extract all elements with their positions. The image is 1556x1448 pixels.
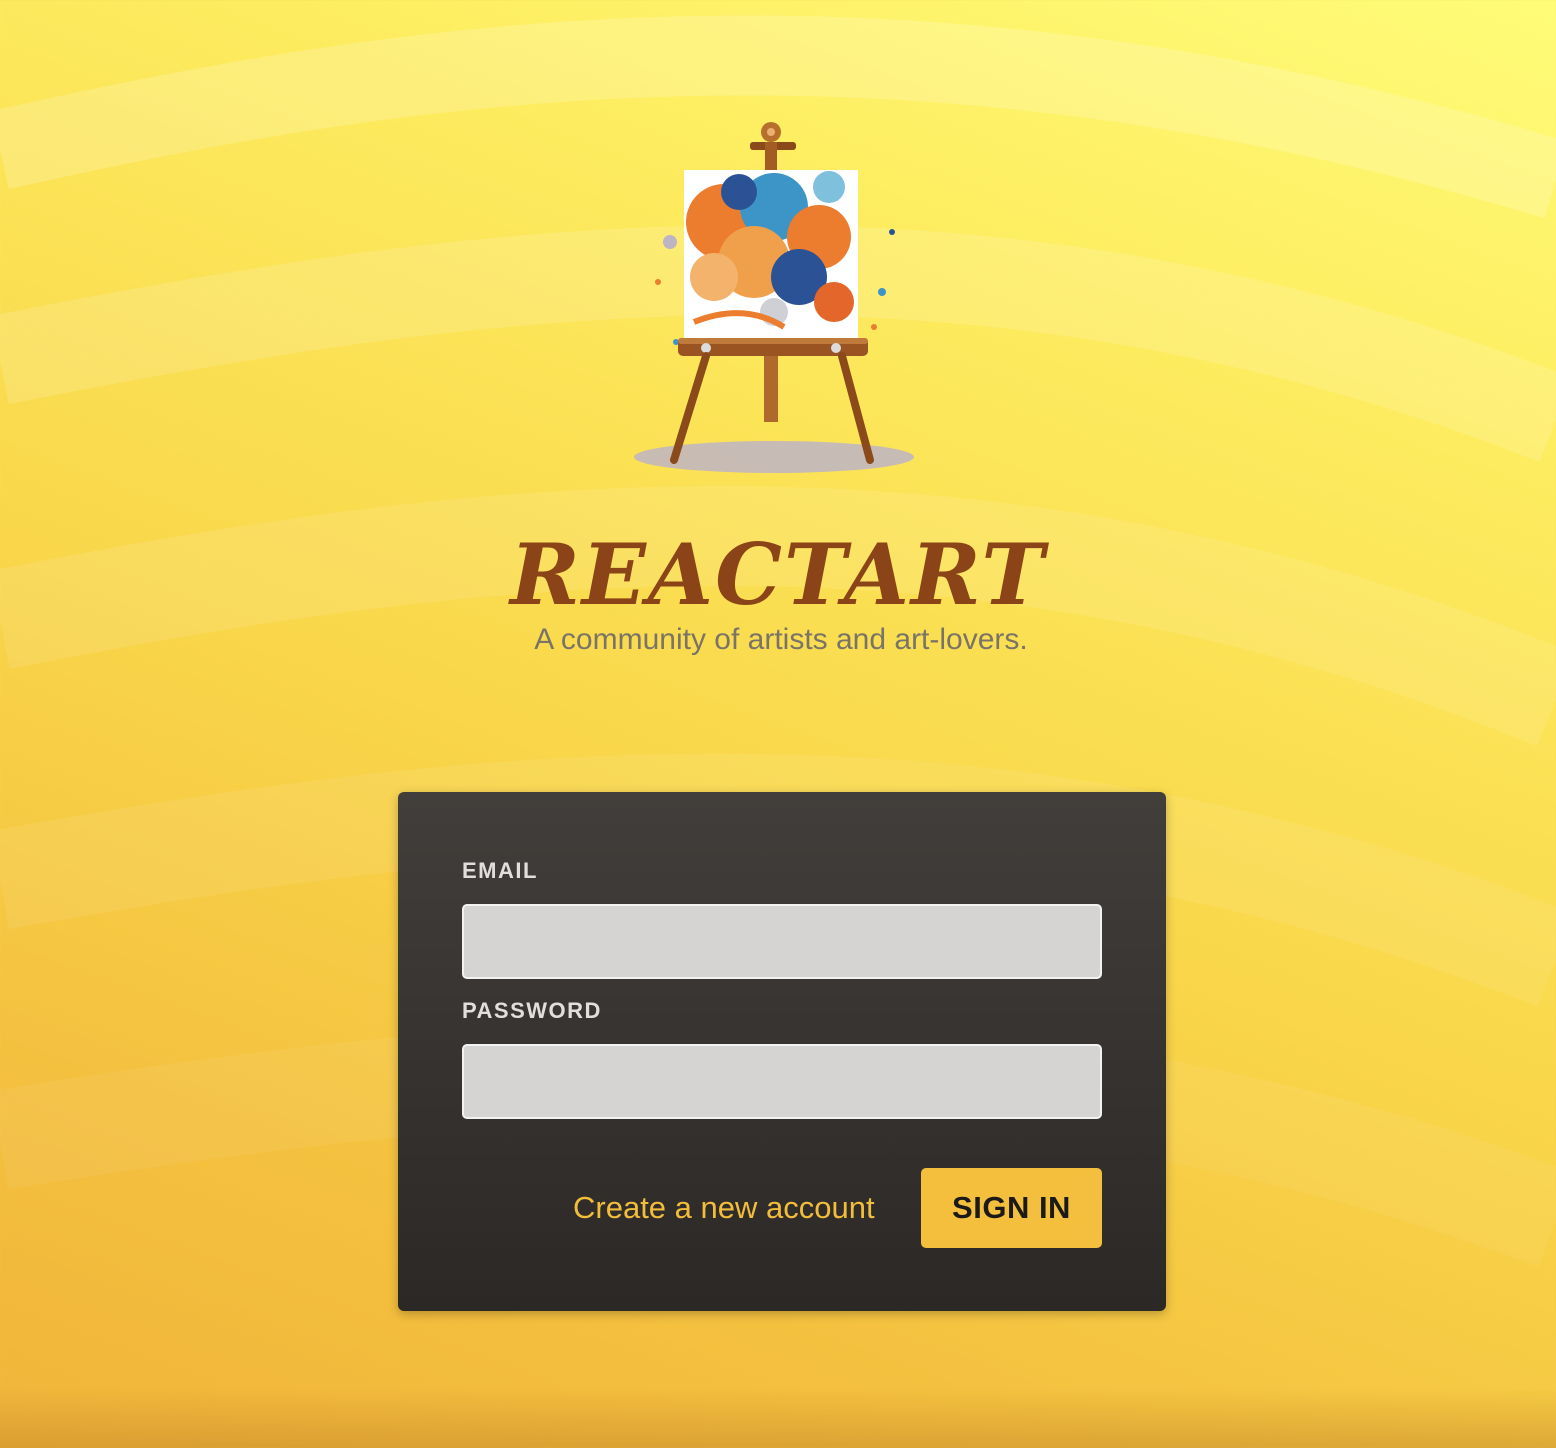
easel-painting-icon [634,122,914,473]
email-label: EMAIL [462,858,538,883]
brand-title: REACTART [510,525,1046,624]
password-field[interactable] [462,1044,1102,1119]
create-account-link[interactable]: Create a new account [573,1188,875,1228]
email-field[interactable] [462,904,1102,979]
password-label: PASSWORD [462,998,602,1023]
bottom-shade [0,1388,1556,1448]
login-card: EMAIL PASSWORD Create a new account SIGN… [398,792,1166,1311]
brand-tagline: A community of artists and art-lovers. [534,623,1028,656]
sign-in-button[interactable]: SIGN IN [921,1168,1102,1248]
